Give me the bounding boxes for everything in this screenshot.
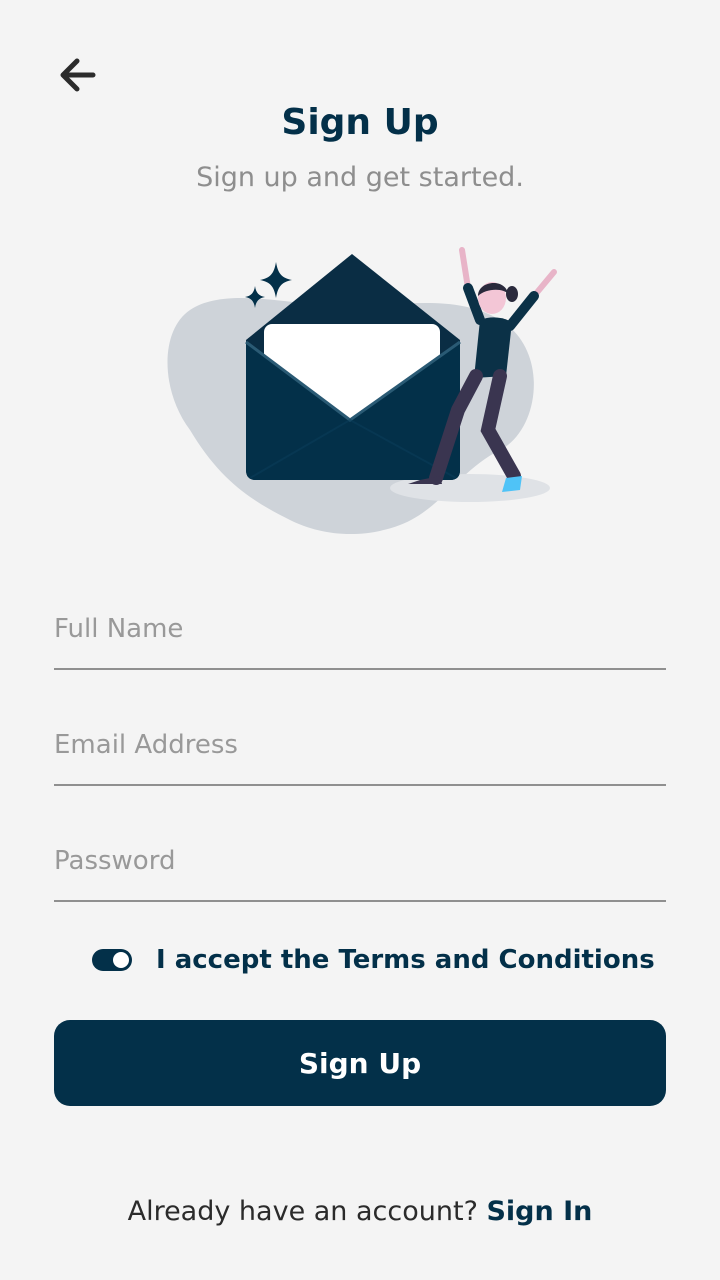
full-name-input[interactable] (54, 604, 666, 654)
page-subtitle: Sign up and get started. (196, 162, 524, 193)
signin-prompt: Already have an account? Sign In (0, 1192, 720, 1232)
terms-toggle[interactable] (92, 949, 132, 971)
sign-in-link[interactable]: Sign In (486, 1196, 592, 1227)
page-title: Sign Up (281, 102, 439, 143)
email-field (54, 704, 666, 786)
toggle-knob (113, 952, 129, 968)
signin-prompt-text: Already have an account? (127, 1196, 487, 1227)
sign-up-button[interactable]: Sign Up (54, 1020, 666, 1106)
back-button[interactable] (52, 50, 102, 100)
email-input[interactable] (54, 720, 666, 770)
envelope-celebration-illustration (167, 247, 557, 535)
terms-row: I accept the Terms and Conditions (92, 940, 655, 980)
password-field (54, 820, 666, 902)
full-name-field (54, 588, 666, 670)
terms-label[interactable]: I accept the Terms and Conditions (156, 945, 655, 975)
arrow-left-icon (60, 58, 96, 92)
password-input[interactable] (54, 836, 666, 886)
